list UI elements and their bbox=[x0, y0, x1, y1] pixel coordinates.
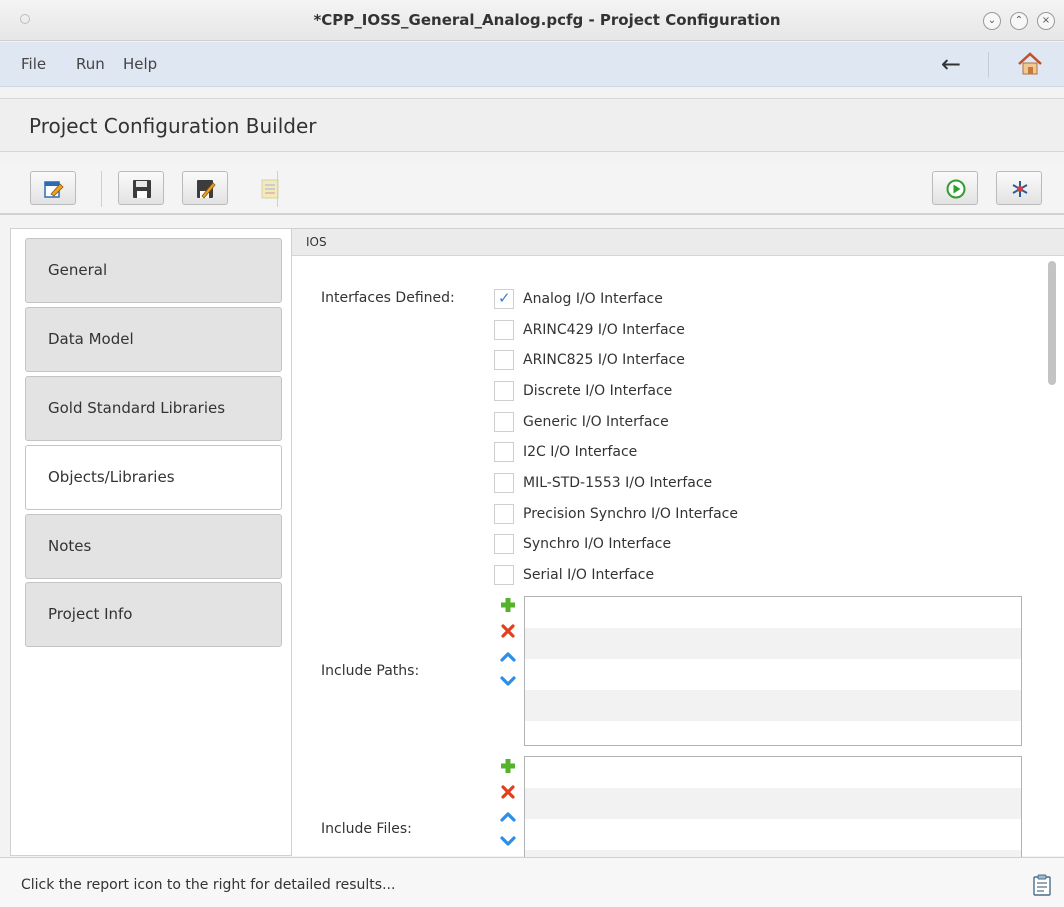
checkbox[interactable] bbox=[494, 534, 514, 554]
nav-tab-data-model[interactable]: Data Model bbox=[25, 307, 282, 372]
toolbar bbox=[0, 165, 1064, 215]
run-button[interactable] bbox=[932, 171, 978, 205]
nav-tab-notes[interactable]: Notes bbox=[25, 514, 282, 579]
checkbox-label: Generic I/O Interface bbox=[523, 414, 669, 430]
include-files-label: Include Files: bbox=[321, 821, 412, 837]
menu-divider bbox=[988, 52, 989, 78]
nav-tab-gold-standard-libraries[interactable]: Gold Standard Libraries bbox=[25, 376, 282, 441]
nav-tab-label: Objects/Libraries bbox=[48, 468, 175, 486]
checkbox-label: Synchro I/O Interface bbox=[523, 536, 672, 552]
menu-help[interactable]: Help bbox=[123, 55, 157, 73]
checkbox-label: Analog I/O Interface bbox=[523, 291, 663, 307]
status-message: Click the report icon to the right for d… bbox=[21, 877, 396, 893]
save-as-button[interactable] bbox=[182, 171, 228, 205]
move-up-icon[interactable] bbox=[500, 809, 516, 825]
minimize-button[interactable]: ⌄ bbox=[983, 12, 1001, 30]
list-item[interactable] bbox=[525, 721, 1021, 745]
section-title: IOS bbox=[306, 235, 327, 249]
include-files-list[interactable] bbox=[524, 756, 1022, 857]
main-panel: IOS Interfaces Defined: ✓ Analog I/O Int… bbox=[292, 228, 1064, 857]
nav-tab-label: Notes bbox=[48, 537, 92, 555]
include-paths-list[interactable] bbox=[524, 596, 1022, 746]
toolbar-divider bbox=[277, 171, 278, 207]
menu-file[interactable]: File bbox=[21, 55, 46, 73]
nav-tab-label: Project Info bbox=[48, 605, 133, 623]
section-header: IOS bbox=[292, 229, 1064, 256]
nav-tab-project-info[interactable]: Project Info bbox=[25, 582, 282, 647]
maximize-button[interactable]: ⌃ bbox=[1010, 12, 1028, 30]
project-configuration-window: *CPP_IOSS_General_Analog.pcfg - Project … bbox=[0, 0, 1064, 907]
build-button[interactable] bbox=[996, 171, 1042, 205]
list-item[interactable] bbox=[525, 850, 1021, 857]
checkbox-label: Discrete I/O Interface bbox=[523, 383, 673, 399]
list-item[interactable] bbox=[525, 690, 1021, 721]
export-button[interactable] bbox=[246, 171, 292, 205]
save-as-icon bbox=[197, 180, 216, 199]
interfaces-defined-label: Interfaces Defined: bbox=[321, 290, 455, 306]
edit-button[interactable] bbox=[30, 171, 76, 205]
edit-icon bbox=[44, 181, 64, 198]
play-icon bbox=[946, 179, 966, 199]
report-icon[interactable] bbox=[1033, 874, 1051, 896]
list-item[interactable] bbox=[525, 628, 1021, 659]
scrollbar-thumb[interactable] bbox=[1048, 261, 1056, 385]
checkbox-label: ARINC429 I/O Interface bbox=[523, 322, 685, 338]
nav-tab-label: General bbox=[48, 261, 108, 279]
builder-header: Project Configuration Builder bbox=[0, 98, 1064, 152]
window-title: *CPP_IOSS_General_Analog.pcfg - Project … bbox=[313, 11, 781, 29]
checkbox-label: ARINC825 I/O Interface bbox=[523, 352, 685, 368]
list-item[interactable] bbox=[525, 819, 1021, 850]
status-bar: Click the report icon to the right for d… bbox=[0, 857, 1064, 907]
menu-bar: File Run Help ← bbox=[0, 42, 1064, 87]
save-icon bbox=[133, 180, 151, 198]
checkbox-label: Serial I/O Interface bbox=[523, 567, 655, 583]
list-item[interactable] bbox=[525, 788, 1021, 819]
nav-tab-general[interactable]: General bbox=[25, 238, 282, 303]
checkbox[interactable] bbox=[494, 565, 514, 585]
include-paths-tools bbox=[500, 597, 516, 689]
checkbox-label: Precision Synchro I/O Interface bbox=[523, 506, 738, 522]
home-icon[interactable] bbox=[1017, 52, 1043, 76]
title-bar: *CPP_IOSS_General_Analog.pcfg - Project … bbox=[0, 0, 1064, 41]
include-paths-label: Include Paths: bbox=[321, 663, 420, 679]
remove-icon[interactable] bbox=[500, 623, 516, 639]
list-item[interactable] bbox=[525, 757, 1021, 788]
list-item[interactable] bbox=[525, 659, 1021, 690]
checkbox[interactable] bbox=[494, 442, 514, 462]
nav-tab-label: Gold Standard Libraries bbox=[48, 399, 226, 417]
back-arrow-icon[interactable]: ← bbox=[941, 50, 961, 78]
move-down-icon[interactable] bbox=[500, 673, 516, 689]
check-icon: ✓ bbox=[498, 289, 511, 307]
checkbox-label: I2C I/O Interface bbox=[523, 444, 638, 460]
checkbox[interactable] bbox=[494, 412, 514, 432]
move-up-icon[interactable] bbox=[500, 649, 516, 665]
page-title: Project Configuration Builder bbox=[29, 114, 317, 138]
checkbox[interactable] bbox=[494, 473, 514, 493]
remove-icon[interactable] bbox=[500, 784, 516, 800]
include-files-tools bbox=[500, 758, 516, 850]
checkbox[interactable]: ✓ bbox=[494, 289, 514, 309]
save-button[interactable] bbox=[118, 171, 164, 205]
checkbox[interactable] bbox=[494, 504, 514, 524]
sidebar-nav: General Data Model Gold Standard Librari… bbox=[10, 228, 292, 856]
checkbox[interactable] bbox=[494, 320, 514, 340]
checkbox[interactable] bbox=[494, 350, 514, 370]
menu-run[interactable]: Run bbox=[76, 55, 105, 73]
nav-tab-objects-libraries[interactable]: Objects/Libraries bbox=[25, 445, 282, 510]
list-item[interactable] bbox=[525, 597, 1021, 628]
checkbox[interactable] bbox=[494, 381, 514, 401]
snowflake-icon bbox=[1012, 181, 1028, 197]
move-down-icon[interactable] bbox=[500, 833, 516, 849]
add-icon[interactable] bbox=[500, 597, 516, 613]
nav-tab-label: Data Model bbox=[48, 330, 134, 348]
add-icon[interactable] bbox=[500, 758, 516, 774]
toolbar-divider bbox=[101, 171, 102, 207]
vertical-scrollbar[interactable] bbox=[1046, 261, 1056, 857]
close-button[interactable]: × bbox=[1037, 12, 1055, 30]
checkbox-label: MIL-STD-1553 I/O Interface bbox=[523, 475, 713, 491]
